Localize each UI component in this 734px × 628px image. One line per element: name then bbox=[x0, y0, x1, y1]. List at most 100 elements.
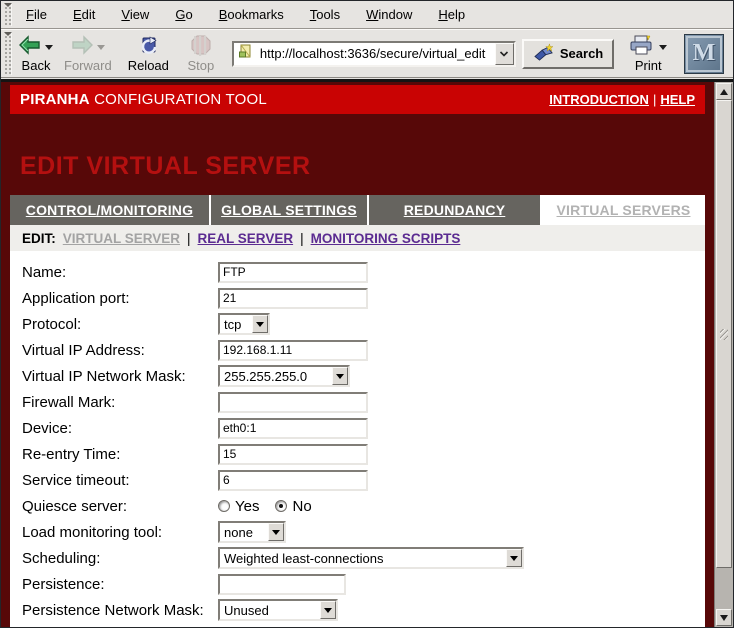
form-row-scheduling: Scheduling: Weighted least-connections bbox=[10, 545, 705, 571]
app-title: PIRANHA CONFIGURATION TOOL bbox=[20, 91, 267, 108]
reload-button[interactable]: Reload bbox=[123, 33, 174, 74]
scroll-down-button[interactable] bbox=[716, 609, 732, 626]
persistence-input[interactable] bbox=[218, 574, 346, 595]
quiesce-yes-radio[interactable] bbox=[218, 500, 230, 512]
form-row-firewall-mark: Firewall Mark: bbox=[10, 389, 705, 415]
printer-icon bbox=[629, 35, 653, 58]
name-label: Name: bbox=[22, 264, 218, 281]
application-port-label: Application port: bbox=[22, 290, 218, 307]
print-dropdown-icon[interactable] bbox=[659, 45, 667, 50]
url-input[interactable] bbox=[258, 44, 495, 64]
scheduling-select[interactable]: Weighted least-connections bbox=[218, 547, 524, 569]
chevron-down-icon[interactable] bbox=[320, 601, 336, 619]
tab-global-settings[interactable]: GLOBAL SETTINGS bbox=[211, 195, 369, 225]
form-row-reentry-time: Re-entry Time: bbox=[10, 441, 705, 467]
forward-button[interactable]: Forward bbox=[59, 33, 117, 74]
form-row-load-monitoring: Load monitoring tool: none bbox=[10, 519, 705, 545]
subnav-monitoring-scripts-link[interactable]: MONITORING SCRIPTS bbox=[311, 231, 461, 246]
virtual-ip-mask-select[interactable]: 255.255.255.0 bbox=[218, 365, 350, 387]
quiesce-yes-label: Yes bbox=[235, 498, 259, 515]
print-button[interactable]: Print bbox=[624, 33, 672, 74]
persistence-mask-select[interactable]: Unused bbox=[218, 599, 338, 621]
page-content-area: PIRANHA CONFIGURATION TOOL INTRODUCTION |… bbox=[1, 79, 733, 627]
stop-button-label: Stop bbox=[188, 58, 215, 73]
app-title-rest: CONFIGURATION TOOL bbox=[90, 91, 267, 108]
menu-bookmarks[interactable]: Bookmarks bbox=[219, 7, 284, 22]
introduction-link[interactable]: INTRODUCTION bbox=[549, 92, 649, 107]
browser-window: File Edit View Go Bookmarks Tools Window… bbox=[0, 0, 734, 628]
protocol-label: Protocol: bbox=[22, 316, 218, 333]
page-bookmark-icon[interactable] bbox=[238, 43, 253, 64]
persistence-mask-select-value: Unused bbox=[220, 603, 320, 618]
tab-control-monitoring[interactable]: CONTROL/MONITORING bbox=[10, 195, 211, 225]
search-button[interactable]: Search bbox=[522, 39, 614, 69]
reload-icon bbox=[137, 34, 159, 59]
form-row-quiesce-server: Quiesce server: Yes No bbox=[10, 493, 705, 519]
service-timeout-input[interactable] bbox=[218, 470, 368, 491]
url-bar[interactable] bbox=[232, 41, 516, 67]
application-port-input[interactable] bbox=[218, 288, 368, 309]
piranha-title-band: PIRANHA CONFIGURATION TOOL INTRODUCTION|… bbox=[10, 85, 705, 114]
menu-view[interactable]: View bbox=[121, 7, 149, 22]
load-monitoring-label: Load monitoring tool: bbox=[22, 524, 218, 541]
menu-go[interactable]: Go bbox=[175, 7, 192, 22]
chevron-down-icon[interactable] bbox=[252, 315, 268, 333]
mozilla-logo-button[interactable]: M bbox=[684, 34, 724, 74]
chevron-down-icon[interactable] bbox=[268, 523, 284, 541]
form-row-application-port: Application port: bbox=[10, 285, 705, 311]
stop-button[interactable]: Stop bbox=[178, 33, 224, 74]
tab-virtual-servers[interactable]: VIRTUAL SERVERS bbox=[542, 195, 705, 225]
tab-label: CONTROL/MONITORING bbox=[26, 202, 193, 218]
chevron-down-icon[interactable] bbox=[332, 367, 348, 385]
form-row-virtual-ip-mask: Virtual IP Network Mask: 255.255.255.0 bbox=[10, 363, 705, 389]
form-row-protocol: Protocol: tcp bbox=[10, 311, 705, 337]
scheduling-label: Scheduling: bbox=[22, 550, 218, 567]
toolbar-grip-handle[interactable] bbox=[3, 32, 12, 75]
subnav-separator: | bbox=[300, 231, 304, 246]
virtual-ip-label: Virtual IP Address: bbox=[22, 342, 218, 359]
tab-label: REDUNDANCY bbox=[404, 202, 506, 218]
forward-button-label: Forward bbox=[64, 58, 112, 73]
subnav-real-server-link[interactable]: REAL SERVER bbox=[198, 231, 294, 246]
vertical-scrollbar[interactable] bbox=[714, 82, 733, 627]
service-timeout-label: Service timeout: bbox=[22, 472, 218, 489]
load-monitoring-select[interactable]: none bbox=[218, 521, 286, 543]
reentry-time-label: Re-entry Time: bbox=[22, 446, 218, 463]
forward-arrow-icon bbox=[71, 34, 93, 59]
tab-redundancy[interactable]: REDUNDANCY bbox=[369, 195, 542, 225]
toolbar-grip-handle[interactable] bbox=[3, 3, 12, 26]
menu-edit[interactable]: Edit bbox=[73, 7, 95, 22]
back-button-label: Back bbox=[22, 58, 51, 73]
form-row-persistence-mask: Persistence Network Mask: Unused bbox=[10, 597, 705, 623]
scrollbar-grip-icon bbox=[720, 329, 728, 340]
back-arrow-icon bbox=[19, 34, 41, 59]
quiesce-no-radio[interactable] bbox=[275, 500, 287, 512]
menu-help[interactable]: Help bbox=[438, 7, 465, 22]
form-row-service-timeout: Service timeout: bbox=[10, 467, 705, 493]
url-history-dropdown-button[interactable] bbox=[495, 43, 514, 65]
up-arrow-icon bbox=[720, 89, 728, 95]
scrollbar-thumb[interactable] bbox=[716, 100, 732, 568]
tab-label: GLOBAL SETTINGS bbox=[221, 202, 357, 218]
virtual-ip-input[interactable] bbox=[218, 340, 368, 361]
help-link[interactable]: HELP bbox=[660, 92, 695, 107]
name-input[interactable] bbox=[218, 262, 368, 283]
scroll-up-button[interactable] bbox=[716, 83, 732, 100]
device-input[interactable] bbox=[218, 418, 368, 439]
back-button[interactable]: Back bbox=[13, 33, 59, 74]
menu-file[interactable]: File bbox=[26, 7, 47, 22]
form-row-device: Device: bbox=[10, 415, 705, 441]
reentry-time-input[interactable] bbox=[218, 444, 368, 465]
quiesce-radio-group: Yes No bbox=[218, 498, 322, 515]
protocol-select[interactable]: tcp bbox=[218, 313, 270, 335]
menu-window[interactable]: Window bbox=[366, 7, 412, 22]
scheduling-select-value: Weighted least-connections bbox=[220, 551, 506, 566]
protocol-select-value: tcp bbox=[220, 317, 252, 332]
menu-tools[interactable]: Tools bbox=[310, 7, 340, 22]
quiesce-server-label: Quiesce server: bbox=[22, 498, 218, 515]
back-dropdown-icon[interactable] bbox=[45, 45, 53, 50]
form-row-persistence: Persistence: bbox=[10, 571, 705, 597]
firewall-mark-input[interactable] bbox=[218, 392, 368, 413]
chevron-down-icon[interactable] bbox=[506, 549, 522, 567]
persistence-label: Persistence: bbox=[22, 576, 218, 593]
